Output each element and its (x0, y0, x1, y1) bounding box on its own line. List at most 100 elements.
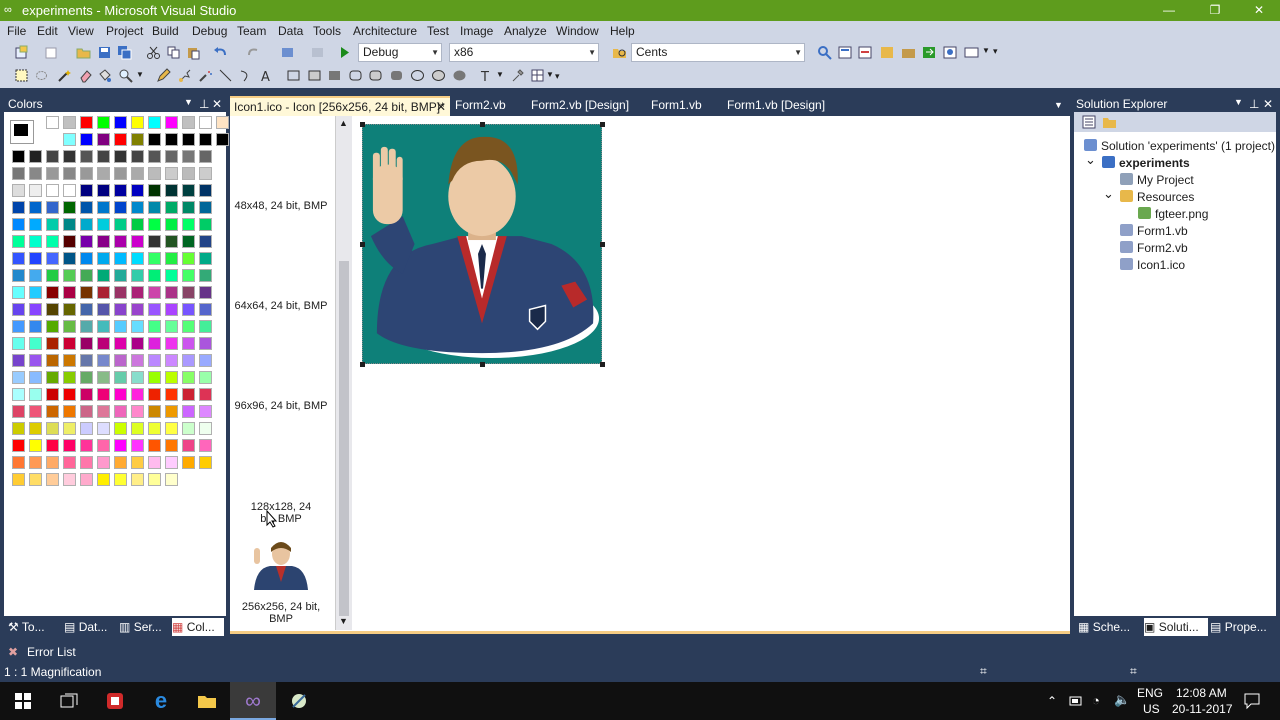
color-swatch[interactable] (63, 269, 76, 282)
color-swatch[interactable] (199, 405, 212, 418)
round-rectangle-icon[interactable] (348, 68, 363, 83)
tree-item[interactable]: ⌄ experiments (1085, 152, 1190, 171)
color-swatch[interactable] (12, 218, 25, 231)
color-swatch[interactable] (12, 456, 25, 469)
properties-icon[interactable] (858, 45, 873, 60)
tab-icon1-ico[interactable]: Icon1.ico - Icon [256x256, 24 bit, BMP]*… (230, 96, 450, 116)
save-all-icon[interactable] (117, 45, 132, 60)
color-swatch[interactable] (80, 201, 93, 214)
command-window-icon[interactable] (964, 45, 979, 60)
text-icon[interactable]: T (478, 68, 493, 83)
color-swatch[interactable] (114, 405, 127, 418)
tree-item[interactable]: My Project (1120, 172, 1194, 188)
task-view-button[interactable] (46, 682, 92, 720)
color-swatch[interactable] (148, 252, 161, 265)
color-swatch[interactable] (63, 422, 76, 435)
menu-tools[interactable]: Tools (313, 24, 341, 38)
color-swatch[interactable] (148, 371, 161, 384)
color-swatch[interactable] (165, 167, 178, 180)
color-swatch[interactable] (97, 218, 110, 231)
color-swatch[interactable] (114, 201, 127, 214)
color-swatch[interactable] (182, 303, 195, 316)
menu-image[interactable]: Image (460, 24, 493, 38)
grid-settings-icon[interactable] (530, 68, 545, 83)
outlined-round-rectangle-icon[interactable] (368, 68, 383, 83)
color-swatch[interactable] (63, 150, 76, 163)
color-swatch[interactable] (29, 218, 42, 231)
pin-icon[interactable]: ⊥ (199, 97, 209, 111)
color-swatch[interactable] (80, 405, 93, 418)
color-swatch[interactable] (63, 320, 76, 333)
color-swatch[interactable] (114, 184, 127, 197)
filled-round-rectangle-icon[interactable] (389, 68, 404, 83)
color-swatch[interactable] (80, 218, 93, 231)
tab-form1-vb[interactable]: Form1.vb (647, 96, 706, 116)
color-swatch[interactable] (29, 320, 42, 333)
color-swatch[interactable] (80, 371, 93, 384)
color-swatch[interactable] (63, 371, 76, 384)
pencil-icon[interactable] (156, 68, 171, 83)
color-swatch[interactable] (131, 456, 144, 469)
line-icon[interactable] (218, 68, 233, 83)
color-swatch[interactable] (29, 269, 42, 282)
close-window-button[interactable]: ✕ (1236, 0, 1280, 21)
image-type-256[interactable]: 256x256, 24 bit, BMP (234, 601, 328, 625)
action-center-icon[interactable] (1243, 692, 1261, 710)
color-swatch[interactable] (182, 371, 195, 384)
color-swatch[interactable] (165, 201, 178, 214)
color-swatch[interactable] (216, 116, 229, 129)
color-swatch[interactable] (165, 150, 178, 163)
color-swatch[interactable] (80, 320, 93, 333)
clock-date[interactable]: 20-11-2017 (1172, 702, 1233, 716)
redo-icon[interactable] (246, 45, 261, 60)
taskbar-app-edge[interactable]: e (138, 682, 184, 720)
color-swatch[interactable] (165, 133, 178, 146)
chevron-down-icon[interactable]: ▼ (136, 70, 144, 79)
color-swatch[interactable] (97, 405, 110, 418)
color-swatch[interactable] (46, 439, 59, 452)
color-swatch[interactable] (29, 286, 42, 299)
color-swatch[interactable] (63, 218, 76, 231)
color-swatch[interactable] (63, 405, 76, 418)
resize-handle[interactable] (360, 122, 365, 127)
color-swatch[interactable] (29, 371, 42, 384)
color-swatch[interactable] (165, 456, 178, 469)
menu-view[interactable]: View (68, 24, 94, 38)
color-swatch[interactable] (199, 354, 212, 367)
color-swatch[interactable] (114, 235, 127, 248)
color-swatch[interactable] (131, 320, 144, 333)
color-swatch[interactable] (80, 354, 93, 367)
color-swatch[interactable] (29, 405, 42, 418)
color-swatch[interactable] (131, 303, 144, 316)
color-swatch[interactable] (165, 371, 178, 384)
color-swatch[interactable] (97, 320, 110, 333)
battery-icon[interactable] (1069, 695, 1083, 707)
color-swatch[interactable] (182, 337, 195, 350)
color-swatch[interactable] (182, 235, 195, 248)
color-swatch[interactable] (114, 252, 127, 265)
color-swatch[interactable] (80, 473, 93, 486)
color-swatch[interactable] (29, 456, 42, 469)
color-swatch[interactable] (131, 337, 144, 350)
solution-explorer-icon[interactable] (838, 45, 853, 60)
color-swatch[interactable] (182, 269, 195, 282)
menu-analyze[interactable]: Analyze (504, 24, 547, 38)
tab-form1-vb-design[interactable]: Form1.vb [Design] (723, 96, 829, 116)
copy-icon[interactable] (166, 45, 181, 60)
color-swatch[interactable] (46, 405, 59, 418)
find-in-files-icon[interactable] (612, 45, 627, 60)
color-swatch[interactable] (182, 286, 195, 299)
color-swatch[interactable] (131, 269, 144, 282)
color-swatch[interactable] (165, 405, 178, 418)
close-icon[interactable]: ✕ (212, 97, 222, 111)
color-swatch[interactable] (199, 303, 212, 316)
cut-icon[interactable] (146, 45, 161, 60)
icon-thumbnail[interactable] (250, 538, 312, 596)
color-swatch[interactable] (29, 422, 42, 435)
color-swatch[interactable] (148, 286, 161, 299)
color-swatch[interactable] (97, 473, 110, 486)
color-swatch[interactable] (131, 422, 144, 435)
menu-project[interactable]: Project (106, 24, 143, 38)
color-swatch[interactable] (199, 252, 212, 265)
color-swatch[interactable] (199, 286, 212, 299)
